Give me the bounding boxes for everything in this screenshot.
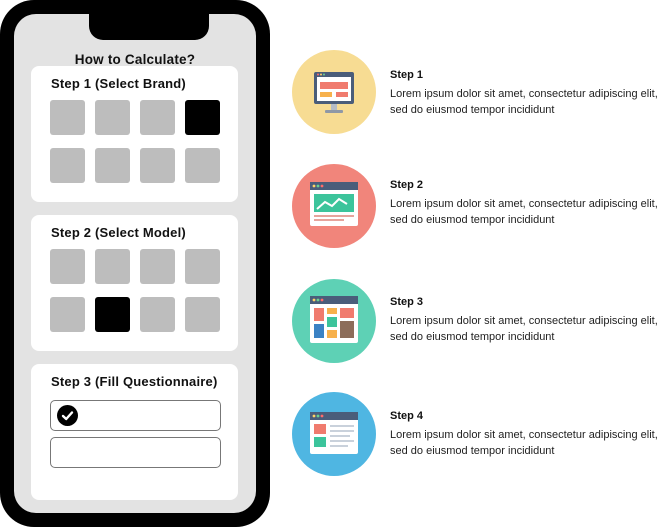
page-title: How to Calculate? <box>74 52 196 67</box>
model-tile[interactable] <box>50 249 85 284</box>
model-tile-selected[interactable] <box>95 297 130 332</box>
brand-tile[interactable] <box>140 100 175 135</box>
brand-tile-selected[interactable] <box>185 100 220 135</box>
model-tile[interactable] <box>140 297 175 332</box>
browser-layout-icon <box>292 392 376 476</box>
questionnaire-field[interactable] <box>50 437 221 468</box>
model-tile[interactable] <box>185 297 220 332</box>
brand-tile[interactable] <box>50 148 85 183</box>
questionnaire-card-title: Step 3 (Fill Questionnaire) <box>51 374 218 389</box>
model-card: Step 2 (Select Model) <box>31 215 238 351</box>
step-1-label: Step 1 <box>390 69 424 81</box>
step-4-description: Lorem ipsum dolor sit amet, consectetur … <box>390 429 658 457</box>
step-2-label: Step 2 <box>390 179 424 191</box>
brand-tile[interactable] <box>185 148 220 183</box>
phone-mockup: How to Calculate? Step 1 (Select Brand) … <box>0 0 270 527</box>
phone-screen: How to Calculate? Step 1 (Select Brand) … <box>14 14 256 513</box>
browser-grid-icon <box>292 279 376 363</box>
step-2-description: Lorem ipsum dolor sit amet, consectetur … <box>390 198 658 226</box>
questionnaire-field-checked[interactable] <box>50 400 221 431</box>
brand-card-title: Step 1 (Select Brand) <box>51 76 186 91</box>
monitor-icon <box>292 50 376 134</box>
step-1-description: Lorem ipsum dolor sit amet, consectetur … <box>390 88 658 116</box>
model-tile[interactable] <box>95 249 130 284</box>
questionnaire-card: Step 3 (Fill Questionnaire) <box>31 364 238 500</box>
brand-tile[interactable] <box>95 100 130 135</box>
step-3-label: Step 3 <box>390 296 424 308</box>
model-tile[interactable] <box>185 249 220 284</box>
phone-notch <box>89 14 209 40</box>
brand-tile[interactable] <box>95 148 130 183</box>
brand-tile[interactable] <box>50 100 85 135</box>
step-4-label: Step 4 <box>390 410 424 422</box>
brand-tile[interactable] <box>140 148 175 183</box>
brand-card: Step 1 (Select Brand) <box>31 66 238 202</box>
check-icon <box>57 405 78 426</box>
model-tile[interactable] <box>140 249 175 284</box>
model-card-title: Step 2 (Select Model) <box>51 225 186 240</box>
step-3-description: Lorem ipsum dolor sit amet, consectetur … <box>390 315 658 343</box>
model-tile[interactable] <box>50 297 85 332</box>
browser-chart-icon <box>292 164 376 248</box>
